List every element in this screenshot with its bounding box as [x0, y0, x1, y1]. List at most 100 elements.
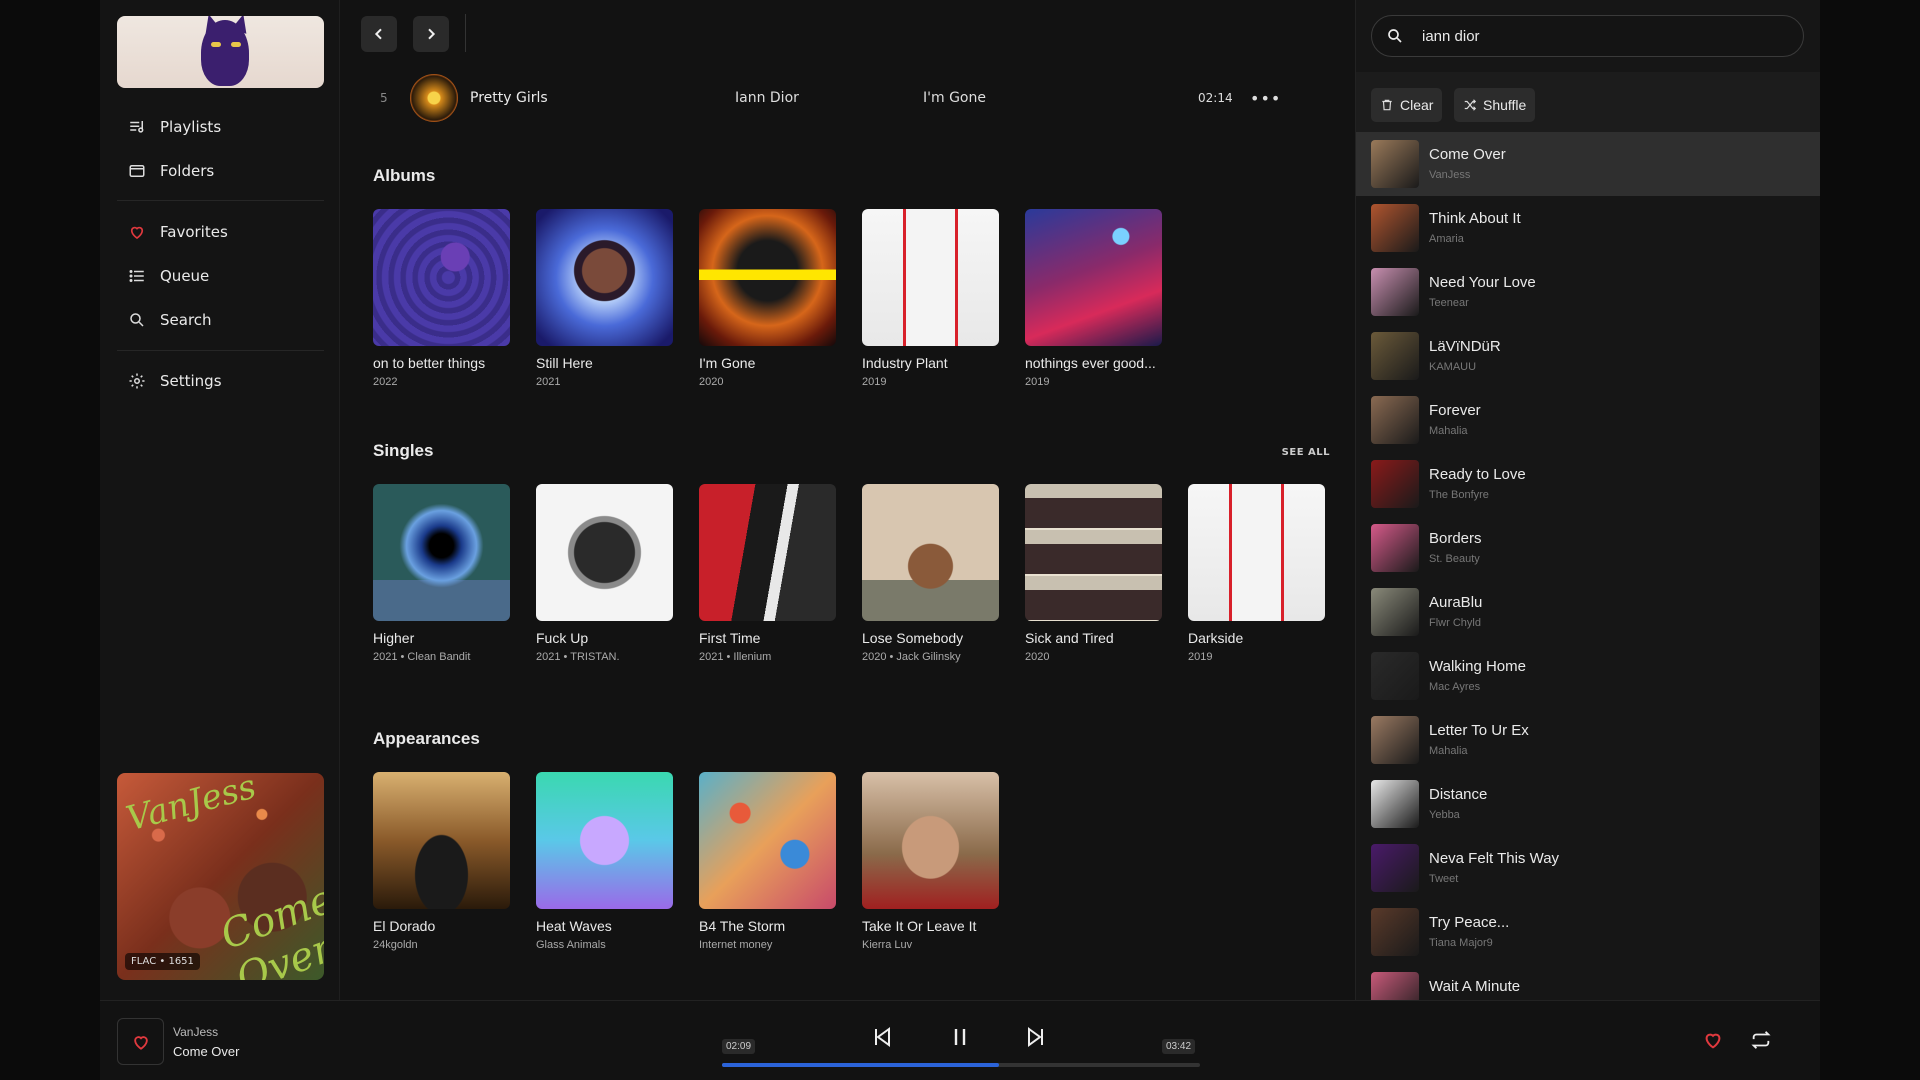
album-year: 2019: [1025, 376, 1050, 388]
queue-item-artist: Mahalia: [1429, 425, 1468, 437]
appearance-card[interactable]: B4 The Storm Internet money: [699, 772, 836, 951]
appearance-card[interactable]: El Dorado 24kgoldn: [373, 772, 510, 951]
sidebar-item-label: Queue: [160, 267, 210, 285]
shuffle-queue-button[interactable]: Shuffle: [1454, 88, 1536, 122]
queue-item-artist: Mac Ayres: [1429, 681, 1481, 693]
now-playing-artwork[interactable]: VanJess Come Over FLAC • 1651: [117, 773, 324, 980]
sidebar-item-favorites[interactable]: Favorites: [128, 218, 228, 246]
sidebar-divider: [117, 200, 324, 201]
sidebar-item-label: Favorites: [160, 223, 228, 241]
favorite-button[interactable]: [1702, 1029, 1726, 1053]
queue-item-title: Distance: [1429, 786, 1488, 803]
queue-item-artwork: [1371, 588, 1419, 636]
queue-item-artist: Mahalia: [1429, 745, 1468, 757]
album-card[interactable]: Still Here 2021: [536, 209, 673, 388]
clear-queue-button[interactable]: Clear: [1371, 88, 1443, 122]
queue-item-artist: St. Beauty: [1429, 553, 1480, 565]
queue-item-artwork: [1371, 652, 1419, 700]
single-card[interactable]: First Time 2021 • Illenium: [699, 484, 836, 663]
queue-search[interactable]: [1371, 15, 1804, 57]
sidebar-item-search[interactable]: Search: [128, 306, 212, 334]
queue-item-title: Forever: [1429, 402, 1481, 419]
queue-item[interactable]: Think About It Amaria: [1356, 196, 1820, 260]
queue-item-artist: The Bonfyre: [1429, 489, 1489, 501]
album-artwork: [373, 209, 510, 346]
single-card[interactable]: Higher 2021 • Clean Bandit: [373, 484, 510, 663]
see-all-link[interactable]: SEE ALL: [1282, 447, 1330, 458]
music-player-app: Playlists Folders Favorites Queue Search…: [100, 0, 1820, 1080]
single-title: First Time: [699, 630, 761, 646]
track-album[interactable]: I'm Gone: [923, 90, 986, 106]
forward-button[interactable]: [413, 16, 449, 52]
album-card[interactable]: on to better things 2022: [373, 209, 510, 388]
folder-icon: [129, 165, 145, 177]
queue-item[interactable]: Borders St. Beauty: [1356, 516, 1820, 580]
chevron-left-icon: [374, 28, 382, 40]
queue-item[interactable]: AuraBlu Flwr Chyld: [1356, 580, 1820, 644]
like-button[interactable]: [117, 1018, 164, 1065]
single-artwork: [536, 484, 673, 621]
queue-item-artwork: [1371, 524, 1419, 572]
queue-item-artist: Tiana Major9: [1429, 937, 1493, 949]
single-card[interactable]: Sick and Tired 2020: [1025, 484, 1162, 663]
queue-item[interactable]: Neva Felt This Way Tweet: [1356, 836, 1820, 900]
pause-button[interactable]: [946, 1023, 974, 1051]
back-button[interactable]: [361, 16, 397, 52]
single-subtitle: 2021 • Illenium: [699, 651, 772, 663]
queue-item[interactable]: Come Over VanJess: [1356, 132, 1820, 196]
more-options-button[interactable]: •••: [1250, 89, 1281, 108]
now-playing-artist[interactable]: VanJess: [173, 1025, 218, 1039]
sidebar-item-settings[interactable]: Settings: [128, 367, 222, 395]
appearance-card[interactable]: Take It Or Leave It Kierra Luv: [862, 772, 999, 951]
now-playing-title[interactable]: Come Over: [173, 1044, 239, 1059]
gear-icon: [129, 373, 145, 389]
album-card[interactable]: Industry Plant 2019: [862, 209, 999, 388]
queue-item[interactable]: Distance Yebba: [1356, 772, 1820, 836]
queue-item-artwork: [1371, 844, 1419, 892]
queue-item[interactable]: Try Peace... Tiana Major9: [1356, 900, 1820, 964]
track-thumbnail: [410, 74, 458, 122]
queue-item[interactable]: Forever Mahalia: [1356, 388, 1820, 452]
queue-item[interactable]: Wait A Minute: [1356, 964, 1820, 1000]
queue-item[interactable]: Need Your Love Teenear: [1356, 260, 1820, 324]
main-content: 5 Pretty Girls Iann Dior I'm Gone 02:14 …: [340, 0, 1355, 1000]
sidebar-item-queue[interactable]: Queue: [128, 262, 209, 290]
progress-bar[interactable]: [722, 1063, 1200, 1067]
album-card[interactable]: I'm Gone 2020: [699, 209, 836, 388]
next-button[interactable]: [1022, 1023, 1050, 1051]
album-title: Industry Plant: [862, 355, 948, 371]
repeat-button[interactable]: [1750, 1029, 1774, 1053]
single-card[interactable]: Lose Somebody 2020 • Jack Gilinsky: [862, 484, 999, 663]
skip-back-icon: [875, 1027, 890, 1047]
search-input[interactable]: [1422, 27, 1782, 45]
albums-heading: Albums: [373, 166, 436, 185]
single-card[interactable]: Darkside 2019: [1188, 484, 1325, 663]
skip-forward-icon: [1028, 1027, 1043, 1047]
queue-item[interactable]: Walking Home Mac Ayres: [1356, 644, 1820, 708]
single-title: Darkside: [1188, 630, 1244, 646]
queue-item-artwork: [1371, 204, 1419, 252]
appearance-artwork: [862, 772, 999, 909]
sidebar-item-folders[interactable]: Folders: [128, 157, 214, 185]
album-card[interactable]: nothings ever good... 2019: [1025, 209, 1162, 388]
track-row[interactable]: 5 Pretty Girls Iann Dior I'm Gone 02:14 …: [360, 72, 1330, 124]
audio-format-badge: FLAC • 1651: [125, 953, 200, 970]
queue-item[interactable]: Letter To Ur Ex Mahalia: [1356, 708, 1820, 772]
track-number: 5: [380, 91, 388, 105]
single-card[interactable]: Fuck Up 2021 • TRISTAN.: [536, 484, 673, 663]
album-title: Still Here: [536, 355, 593, 371]
previous-button[interactable]: [868, 1023, 896, 1051]
appearance-title: El Dorado: [373, 918, 436, 934]
queue-item[interactable]: Ready to Love The Bonfyre: [1356, 452, 1820, 516]
album-artwork: [699, 209, 836, 346]
queue-item-artist: Amaria: [1429, 233, 1464, 245]
app-logo[interactable]: [117, 16, 324, 88]
queue-item[interactable]: LäVïNDüR KAMAUU: [1356, 324, 1820, 388]
queue-item-title: Ready to Love: [1429, 466, 1526, 483]
track-artist[interactable]: Iann Dior: [735, 90, 799, 106]
sidebar-item-playlists[interactable]: Playlists: [128, 113, 221, 141]
album-title: nothings ever good...: [1025, 355, 1156, 371]
queue-item-artwork: [1371, 140, 1419, 188]
appearance-card[interactable]: Heat Waves Glass Animals: [536, 772, 673, 951]
appearance-artwork: [699, 772, 836, 909]
